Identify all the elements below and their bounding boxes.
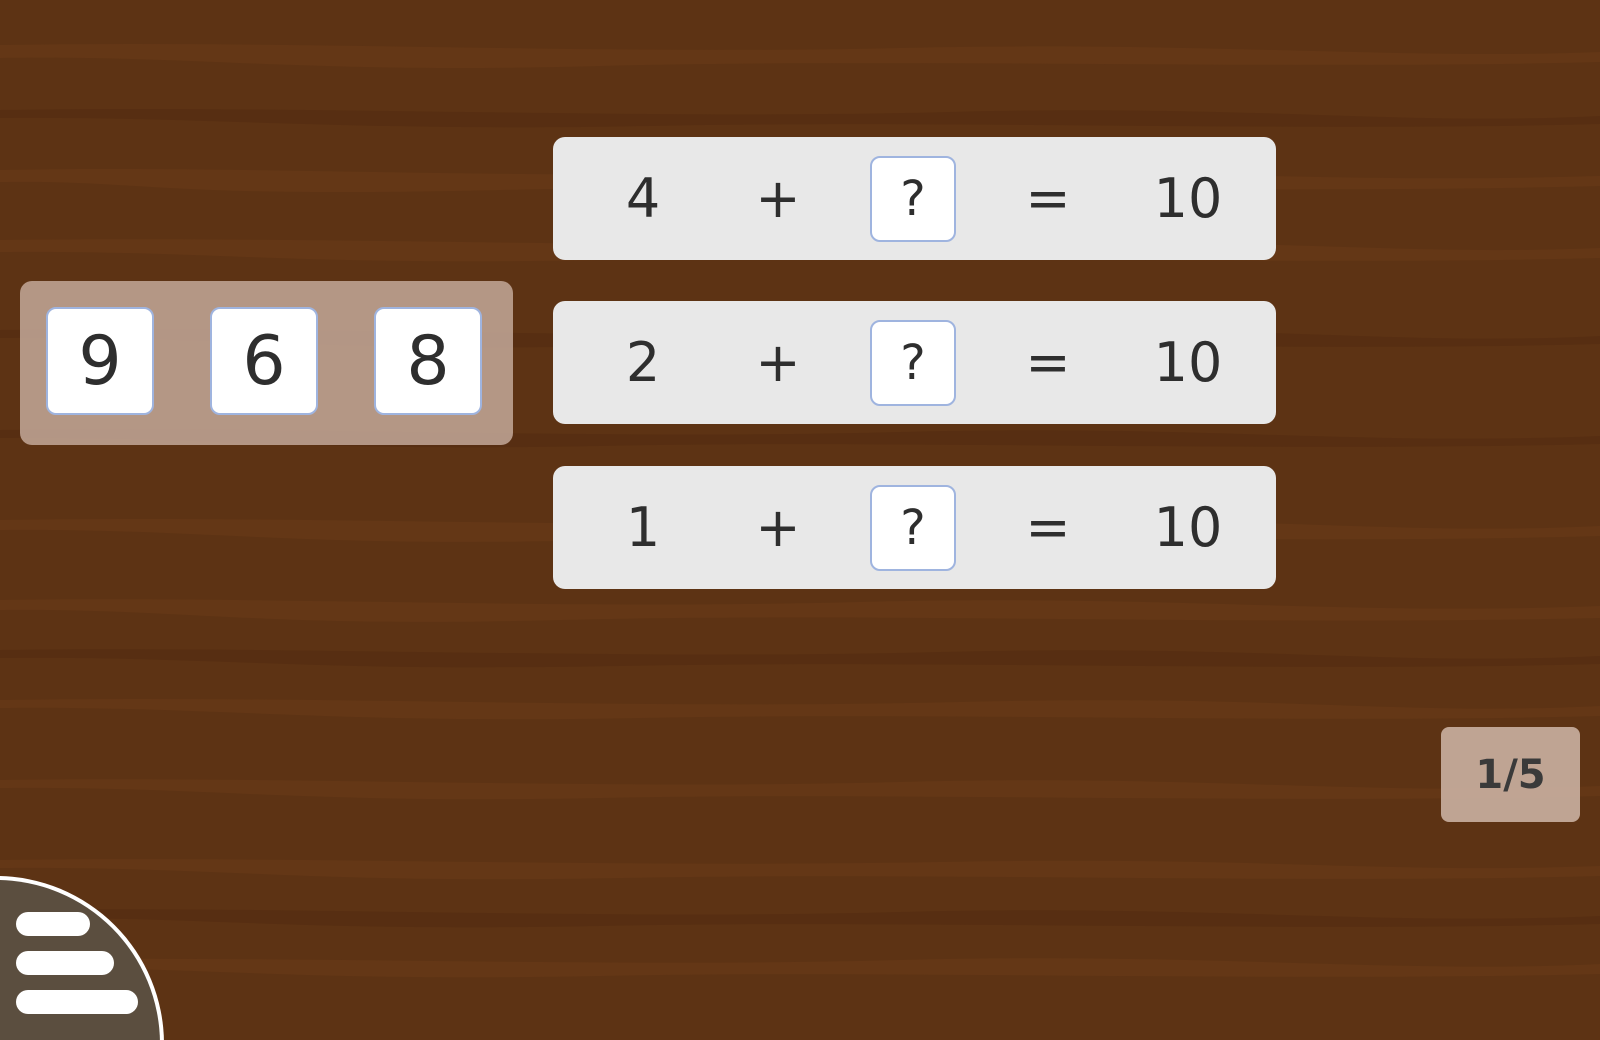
number-tray: 9 6 8 <box>20 281 513 445</box>
sum-value: 10 <box>1153 167 1223 230</box>
equation-row: 1 + ? = 10 <box>553 466 1276 589</box>
plus-sign: + <box>755 167 801 230</box>
plus-sign: + <box>755 331 801 394</box>
answer-slot[interactable]: ? <box>870 156 956 242</box>
menu-button[interactable] <box>0 876 164 1040</box>
menu-bar <box>16 990 138 1014</box>
sum-value: 10 <box>1153 496 1223 559</box>
equation-row: 4 + ? = 10 <box>553 137 1276 260</box>
number-tile[interactable]: 6 <box>210 307 318 415</box>
plus-sign: + <box>755 496 801 559</box>
equals-sign: = <box>1025 331 1071 394</box>
sum-value: 10 <box>1153 331 1223 394</box>
menu-bar <box>16 951 114 975</box>
answer-slot[interactable]: ? <box>870 485 956 571</box>
answer-slot[interactable]: ? <box>870 320 956 406</box>
progress-indicator: 1/5 <box>1441 727 1580 822</box>
addend: 1 <box>625 496 661 559</box>
equation-row: 2 + ? = 10 <box>553 301 1276 424</box>
number-tile[interactable]: 8 <box>374 307 482 415</box>
addend: 2 <box>625 331 661 394</box>
equals-sign: = <box>1025 167 1071 230</box>
addend: 4 <box>625 167 661 230</box>
equals-sign: = <box>1025 496 1071 559</box>
menu-icon <box>0 880 168 1040</box>
number-tile[interactable]: 9 <box>46 307 154 415</box>
menu-bar <box>16 912 90 936</box>
